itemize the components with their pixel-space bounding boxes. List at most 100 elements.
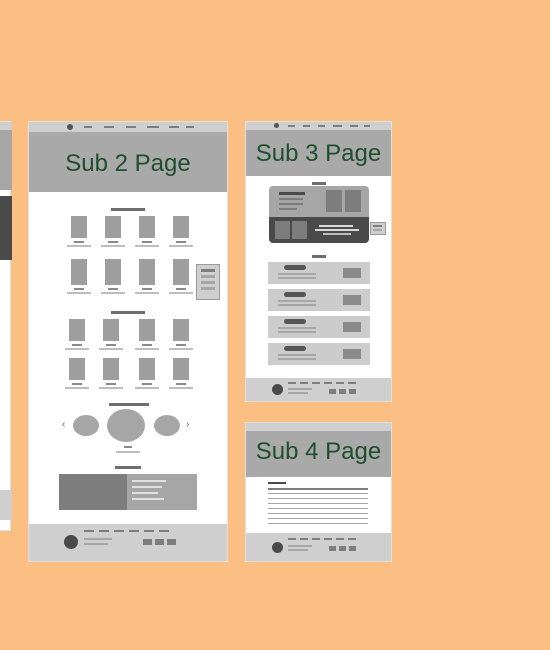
footer-link bbox=[324, 538, 332, 540]
product-caption bbox=[74, 288, 84, 290]
table-row bbox=[268, 513, 368, 514]
product-subcaption bbox=[65, 348, 89, 350]
next-arrow-icon[interactable]: › bbox=[186, 420, 189, 430]
nav-link bbox=[169, 126, 179, 128]
sub1-footer bbox=[0, 490, 12, 520]
footer-link bbox=[300, 382, 308, 384]
footer-badge bbox=[167, 539, 176, 545]
widget-line bbox=[201, 269, 215, 272]
footer-badge bbox=[155, 539, 164, 545]
footer-link bbox=[129, 530, 139, 532]
sub4-footer bbox=[246, 533, 391, 561]
list-item-tag bbox=[284, 292, 306, 297]
table-row bbox=[268, 518, 368, 519]
product-thumb bbox=[69, 319, 85, 341]
sub1-page-wireframe-partial bbox=[0, 121, 12, 531]
product-subcaption bbox=[99, 348, 123, 350]
nav-link bbox=[288, 125, 295, 127]
footer-badge bbox=[339, 546, 346, 551]
sub4-page-title: Sub 4 Page bbox=[255, 438, 382, 465]
nav-link bbox=[364, 125, 370, 127]
feature-text-line bbox=[132, 492, 158, 494]
product-thumb bbox=[105, 259, 121, 285]
product-caption bbox=[176, 241, 186, 243]
info-card bbox=[269, 186, 369, 217]
list-item-thumb bbox=[343, 349, 361, 359]
product-subcaption bbox=[169, 245, 193, 247]
footer-badge bbox=[339, 389, 346, 394]
carousel-subcaption bbox=[116, 451, 140, 453]
carousel-item bbox=[73, 415, 99, 436]
footer-link bbox=[84, 530, 94, 532]
footer-link bbox=[312, 382, 320, 384]
product-thumb bbox=[103, 319, 119, 341]
prev-arrow-icon[interactable]: ‹ bbox=[62, 420, 65, 430]
product-thumb bbox=[71, 259, 87, 285]
feature-text-panel bbox=[127, 474, 197, 510]
feature-image bbox=[59, 474, 127, 510]
list-item-line bbox=[278, 277, 316, 279]
info-card-line bbox=[315, 229, 359, 231]
footer-text bbox=[288, 545, 312, 547]
table-row bbox=[268, 523, 368, 524]
list-item-line bbox=[278, 273, 316, 275]
list-item-line bbox=[278, 327, 316, 329]
product-subcaption bbox=[135, 292, 159, 294]
info-card-line bbox=[323, 233, 351, 235]
list-item-tag bbox=[284, 265, 306, 270]
list-item-line bbox=[278, 300, 316, 302]
footer-link bbox=[336, 538, 344, 540]
footer-logo-icon bbox=[64, 535, 78, 549]
footer-text bbox=[288, 392, 308, 394]
info-card-line bbox=[319, 225, 353, 227]
product-thumb bbox=[105, 216, 121, 238]
footer-link bbox=[348, 538, 356, 540]
product-caption bbox=[142, 344, 152, 346]
product-thumb bbox=[139, 319, 155, 341]
footer-text bbox=[84, 538, 112, 540]
widget-line bbox=[373, 229, 382, 231]
list-item bbox=[268, 289, 370, 311]
nav-link bbox=[104, 126, 114, 128]
carousel-item bbox=[154, 415, 180, 436]
product-subcaption bbox=[101, 292, 125, 294]
product-thumb bbox=[139, 259, 155, 285]
table-row bbox=[268, 498, 368, 499]
product-thumb bbox=[173, 216, 189, 238]
product-caption bbox=[142, 241, 152, 243]
product-caption bbox=[72, 344, 82, 346]
section-heading bbox=[109, 403, 149, 406]
sub1-header-strip bbox=[0, 122, 12, 130]
footer-logo-icon bbox=[272, 542, 283, 553]
product-thumb bbox=[103, 358, 119, 380]
info-card-image bbox=[275, 221, 290, 239]
carousel-caption bbox=[124, 446, 132, 448]
sub3-footer bbox=[246, 378, 391, 401]
footer-link bbox=[324, 382, 332, 384]
section-heading bbox=[312, 182, 326, 185]
list-item bbox=[268, 316, 370, 338]
product-thumb bbox=[173, 259, 189, 285]
footer-link bbox=[114, 530, 124, 532]
footer-link bbox=[312, 538, 320, 540]
sub2-top-nav bbox=[29, 122, 227, 132]
footer-logo-icon bbox=[272, 384, 283, 395]
logo-dot-icon bbox=[67, 124, 73, 130]
sub3-page-wireframe: Sub 3 Page bbox=[245, 121, 392, 402]
widget-line bbox=[201, 281, 215, 284]
section-heading bbox=[312, 255, 326, 258]
section-heading bbox=[111, 208, 145, 211]
sub1-banner bbox=[0, 130, 12, 190]
nav-link bbox=[350, 125, 358, 127]
nav-link bbox=[318, 125, 325, 127]
product-caption bbox=[74, 241, 84, 243]
list-item-line bbox=[278, 358, 316, 360]
product-thumb bbox=[71, 216, 87, 238]
sub3-page-title: Sub 3 Page bbox=[255, 140, 382, 167]
product-subcaption bbox=[169, 387, 193, 389]
product-thumb bbox=[173, 358, 189, 380]
product-caption bbox=[142, 383, 152, 385]
footer-link bbox=[99, 530, 109, 532]
section-heading bbox=[115, 466, 141, 469]
info-card-image bbox=[345, 190, 361, 212]
